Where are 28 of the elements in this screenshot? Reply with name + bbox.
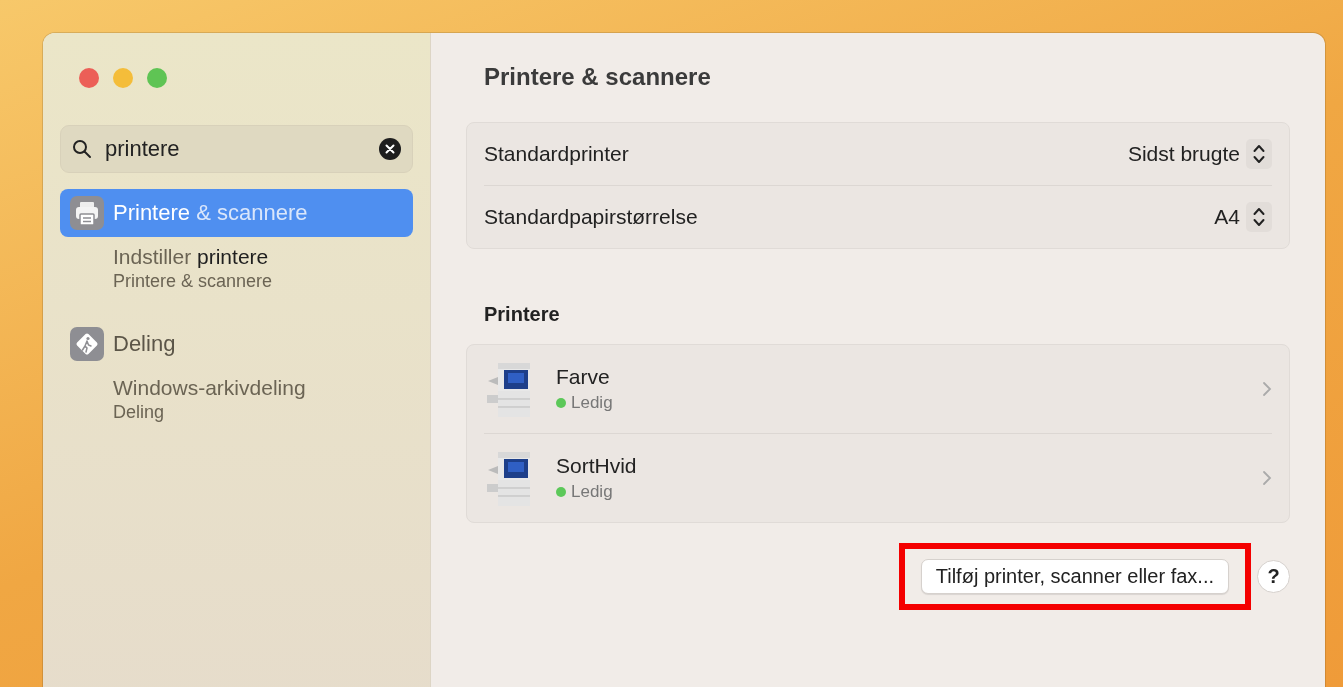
chevron-icon xyxy=(1262,381,1272,397)
window-title: Printere & scannere xyxy=(484,63,712,91)
section-heading: Printere xyxy=(484,303,561,326)
sidebar-item[interactable]: Deling xyxy=(60,320,413,368)
add-printer-button[interactable]: Tilføj printer, scanner eller fax... xyxy=(920,559,1229,594)
zoom-button[interactable] xyxy=(147,68,167,88)
popup-menu[interactable]: A4 xyxy=(1214,202,1272,232)
printer-name: SortHvid xyxy=(556,454,638,478)
walking-figure-icon xyxy=(70,327,104,361)
stepper-icon xyxy=(1246,202,1272,232)
stepper-icon xyxy=(1246,139,1272,169)
printer-row[interactable]: Farve Ledig xyxy=(484,345,1272,433)
help-button[interactable]: ? xyxy=(1257,560,1290,593)
printer-name: Farve xyxy=(556,365,611,389)
clear-icon[interactable] xyxy=(379,138,401,160)
close-button[interactable] xyxy=(79,68,99,88)
search-result[interactable]: Indstiller printere Printere & scannere xyxy=(60,237,413,292)
printer-icon xyxy=(70,196,104,230)
setting-label: Standardprinter xyxy=(484,142,629,166)
status-text: Ledig xyxy=(571,482,613,502)
minimize-button[interactable] xyxy=(113,68,133,88)
search-field[interactable]: printere xyxy=(60,125,413,173)
search-result[interactable]: Windows-arkivdeling Deling xyxy=(60,368,413,423)
popup-menu[interactable]: Sidst brugte xyxy=(1127,139,1272,169)
chevron-icon xyxy=(1262,470,1272,486)
status-text: Ledig xyxy=(571,393,613,413)
setting-label: Standardpapirstørrelse xyxy=(484,205,698,229)
printer-row[interactable]: SortHvid Ledig xyxy=(484,433,1272,522)
